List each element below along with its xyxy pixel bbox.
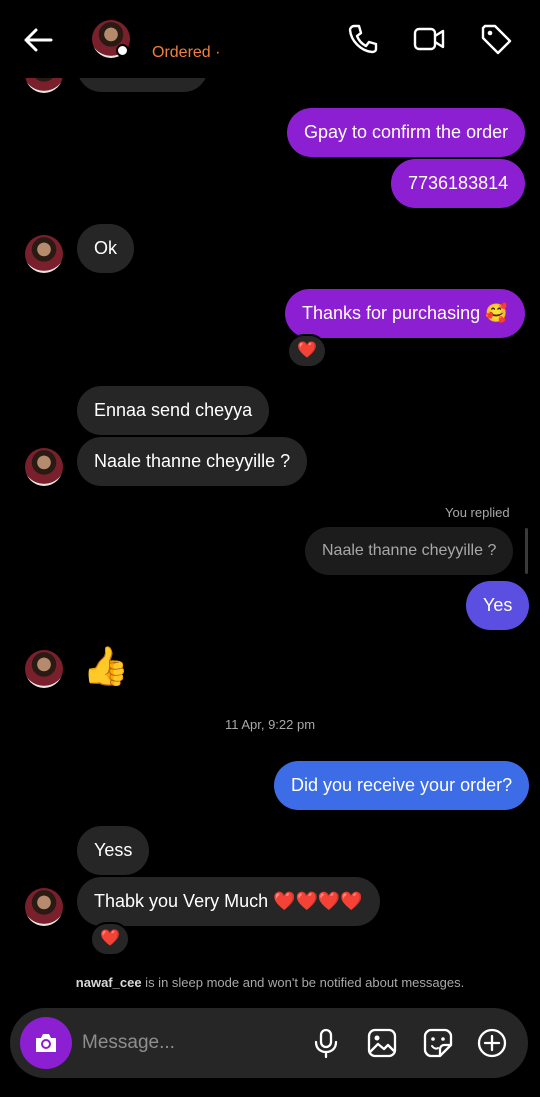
reply-label: You replied (445, 505, 510, 520)
video-camera-icon[interactable] (412, 22, 446, 56)
plus-icon[interactable] (476, 1027, 508, 1059)
message-composer (10, 1008, 528, 1078)
message-bubble-incoming[interactable]: Naale thanne cheyyille ? (77, 437, 308, 486)
microphone-icon[interactable] (310, 1027, 342, 1059)
contact-avatar[interactable] (25, 448, 63, 486)
notice-text: is in sleep mode and won't be notified a… (141, 975, 465, 990)
reply-indicator-line (525, 528, 528, 574)
contact-avatar[interactable] (25, 888, 63, 926)
presence-indicator (116, 44, 129, 57)
tag-icon[interactable] (479, 22, 513, 56)
back-arrow-icon[interactable] (20, 22, 56, 58)
message-bubble-outgoing[interactable]: Gpay to confirm the order (287, 108, 526, 157)
message-bubble-outgoing[interactable]: 7736183814 (391, 159, 526, 208)
phone-icon[interactable] (346, 22, 380, 56)
message-bubble-outgoing[interactable]: Did you receive your order? (274, 761, 530, 810)
message-input[interactable] (82, 1028, 302, 1058)
message-bubble-incoming[interactable]: Thabk you Very Much ❤️❤️❤️❤️ (77, 877, 380, 926)
contact-avatar[interactable] (25, 650, 63, 688)
timestamp: 11 Apr, 9:22 pm (224, 717, 316, 732)
message-bubble-incoming[interactable]: Yess (77, 826, 150, 875)
chat-header: Ordered · (0, 0, 540, 78)
message-bubble-outgoing[interactable]: Yes (466, 581, 530, 630)
notice-username: nawaf_cee (75, 975, 142, 990)
order-status[interactable]: Ordered · (152, 44, 220, 62)
sleep-mode-notice: nawaf_cee is in sleep mode and won't be … (0, 975, 540, 990)
heart-reaction[interactable]: ❤️ (287, 334, 327, 368)
message-bubble-outgoing[interactable]: Thanks for purchasing 🥰 (285, 289, 525, 338)
heart-reaction[interactable]: ❤️ (90, 922, 130, 956)
contact-avatar[interactable] (25, 235, 63, 273)
sticker-icon[interactable] (422, 1027, 454, 1059)
message-bubble-incoming[interactable]: Ennaa send cheyya (77, 386, 270, 435)
message-bubble-incoming[interactable]: Ok (77, 224, 135, 273)
camera-button[interactable] (20, 1017, 72, 1069)
thumbs-up-emoji[interactable]: 👍 (82, 644, 129, 690)
gallery-icon[interactable] (366, 1027, 398, 1059)
quoted-message[interactable]: Naale thanne cheyyille ? (305, 527, 514, 575)
camera-icon (36, 1034, 56, 1052)
